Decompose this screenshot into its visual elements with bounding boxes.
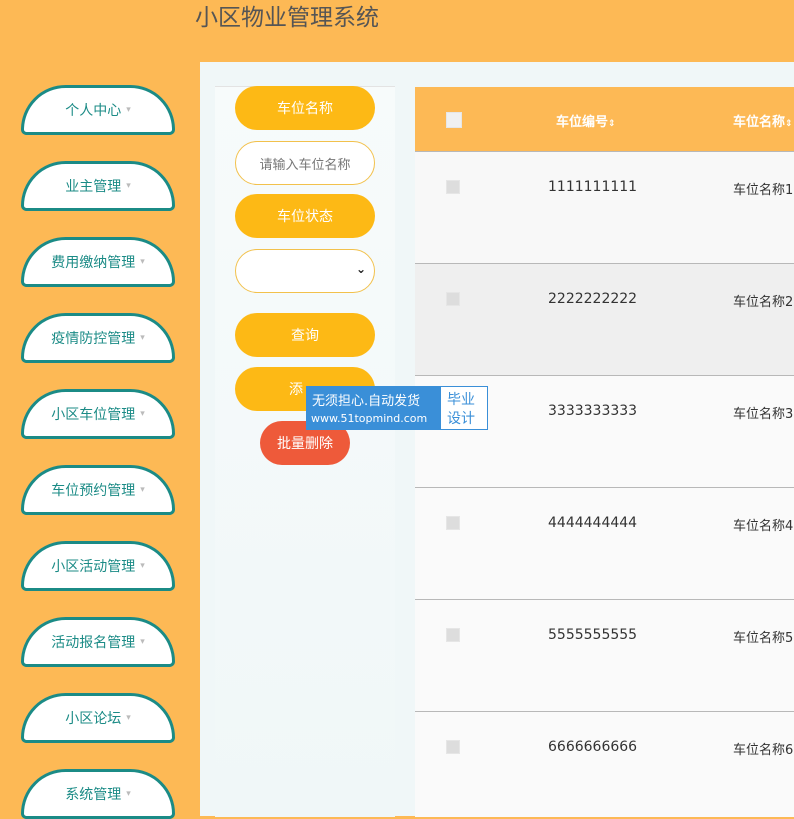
caret-down-icon: ▾ (140, 637, 145, 647)
caret-down-icon: ▾ (126, 181, 131, 191)
row-checkbox[interactable] (446, 180, 460, 194)
cell-name: 车位名称3 (733, 407, 794, 422)
column-header-name[interactable]: 车位名称⇕ (733, 111, 793, 130)
table-row: 1111111111 车位名称1 (415, 151, 794, 263)
search-button[interactable]: 查询 (235, 313, 375, 357)
cell-number: 5555555555 (548, 627, 638, 643)
caret-down-icon: ▾ (140, 257, 145, 267)
parking-status-select[interactable]: ⌄ (235, 249, 375, 293)
sidebar-item-label: 个人中心 (65, 103, 122, 119)
table-row: 6666666666 车位名称6 (415, 711, 794, 817)
caret-down-icon: ▾ (140, 485, 145, 495)
sidebar-item-label: 小区车位管理 (51, 407, 136, 423)
row-checkbox[interactable] (446, 516, 460, 530)
sidebar-item-fee-payment[interactable]: 费用缴纳管理 ▾ (21, 237, 175, 287)
row-checkbox[interactable] (446, 628, 460, 642)
sidebar-item-label: 业主管理 (65, 179, 122, 195)
caret-down-icon: ▾ (126, 713, 131, 723)
column-header-label: 车位名称 (733, 115, 786, 130)
sidebar-item-activity-signup[interactable]: 活动报名管理 ▾ (21, 617, 175, 667)
app-title: 小区物业管理系统 (195, 5, 379, 31)
sidebar-item-owner-management[interactable]: 业主管理 ▾ (21, 161, 175, 211)
watermark-line1: 无须担心.自动发货 (312, 394, 421, 409)
row-checkbox[interactable] (446, 292, 460, 306)
cell-name: 车位名称4 (733, 519, 794, 534)
sidebar-item-system-management[interactable]: 系统管理 ▾ (21, 769, 175, 819)
app-header: 小区物业管理系统 (0, 0, 794, 60)
select-all-checkbox[interactable] (446, 112, 462, 128)
sidebar-item-label: 活动报名管理 (51, 635, 136, 651)
cell-number: 3333333333 (548, 403, 638, 419)
parking-name-label: 车位名称 (235, 86, 375, 130)
sidebar-item-label: 小区活动管理 (51, 559, 136, 575)
sidebar-item-personal-center[interactable]: 个人中心 ▾ (21, 85, 175, 135)
watermark-text: 无须担心.自动发货 www.51topmind.com (307, 387, 441, 429)
caret-down-icon: ▾ (126, 105, 131, 115)
sidebar-item-parking-management[interactable]: 小区车位管理 ▾ (21, 389, 175, 439)
cell-number: 6666666666 (548, 739, 638, 755)
caret-down-icon: ▾ (140, 333, 145, 343)
column-header-label: 车位编号 (556, 115, 609, 130)
watermark-line2: www.51topmind.com (311, 412, 428, 425)
cell-number: 1111111111 (548, 179, 638, 195)
column-header-number[interactable]: 车位编号⇕ (556, 111, 616, 130)
cell-name: 车位名称5 (733, 631, 794, 646)
sidebar-item-label: 费用缴纳管理 (51, 255, 136, 271)
sidebar-item-activity-management[interactable]: 小区活动管理 ▾ (21, 541, 175, 591)
parking-table: 车位编号⇕ 车位名称⇕ 1111111111 车位名称1 2222222222 … (415, 87, 794, 817)
table-row: 5555555555 车位名称5 (415, 599, 794, 711)
row-checkbox[interactable] (446, 740, 460, 754)
parking-name-input[interactable]: 请输入车位名称 (235, 141, 375, 185)
sidebar: 个人中心 ▾ 业主管理 ▾ 费用缴纳管理 ▾ 疫情防控管理 ▾ 小区车位管理 ▾… (0, 60, 200, 819)
watermark-right1: 毕业 (447, 392, 475, 408)
table-row: 2222222222 车位名称2 (415, 263, 794, 375)
sidebar-item-label: 车位预约管理 (51, 483, 136, 499)
watermark-tag: 毕业 设计 (441, 387, 487, 429)
sort-icon: ⇕ (608, 119, 616, 129)
caret-down-icon: ▾ (126, 789, 131, 799)
cell-name: 车位名称6 (733, 743, 794, 758)
sidebar-item-label: 疫情防控管理 (51, 331, 136, 347)
table-row: 4444444444 车位名称4 (415, 487, 794, 599)
sidebar-item-label: 系统管理 (65, 787, 122, 803)
parking-status-label: 车位状态 (235, 194, 375, 238)
sidebar-item-label: 小区论坛 (65, 711, 122, 727)
table-header: 车位编号⇕ 车位名称⇕ (415, 87, 794, 151)
chevron-down-icon: ⌄ (355, 262, 366, 276)
watermark-right2: 设计 (447, 411, 475, 427)
caret-down-icon: ▾ (140, 409, 145, 419)
watermark-banner: 无须担心.自动发货 www.51topmind.com 毕业 设计 (306, 386, 488, 430)
sidebar-item-epidemic-control[interactable]: 疫情防控管理 ▾ (21, 313, 175, 363)
cell-number: 4444444444 (548, 515, 638, 531)
sidebar-item-parking-reservation[interactable]: 车位预约管理 ▾ (21, 465, 175, 515)
caret-down-icon: ▾ (140, 561, 145, 571)
sort-icon: ⇕ (785, 119, 793, 129)
cell-name: 车位名称2 (733, 295, 794, 310)
sidebar-item-forum[interactable]: 小区论坛 ▾ (21, 693, 175, 743)
cell-number: 2222222222 (548, 291, 638, 307)
cell-name: 车位名称1 (733, 183, 794, 198)
